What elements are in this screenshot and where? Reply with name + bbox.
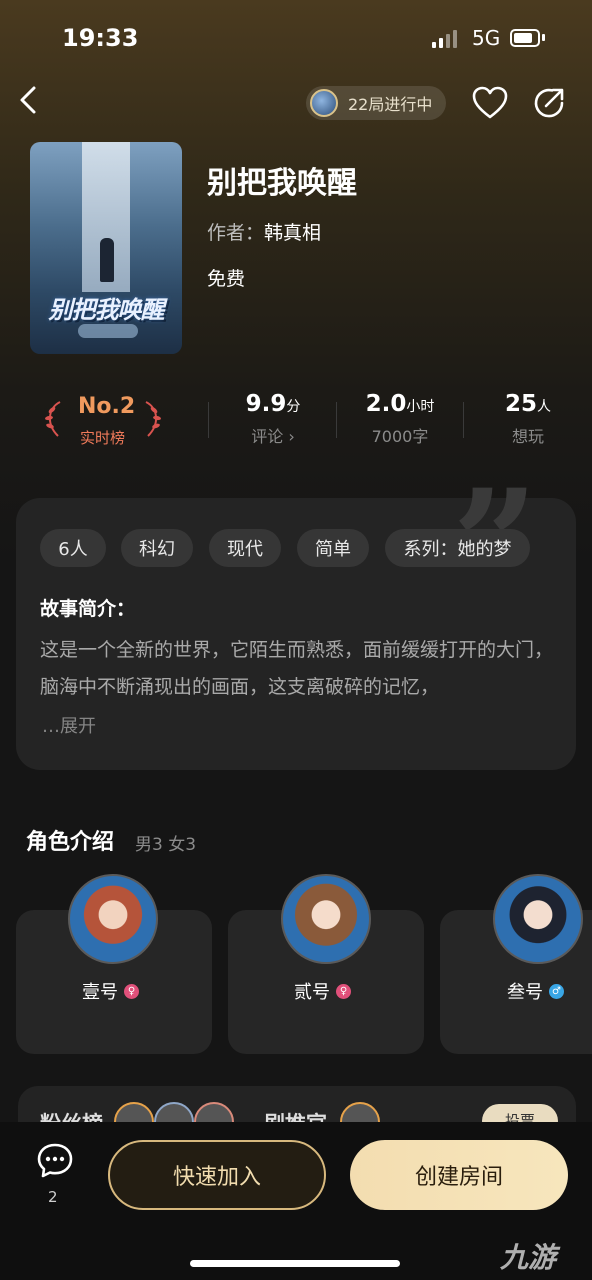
character-avatar[interactable] xyxy=(281,874,371,964)
quick-join-button[interactable]: 快速加入 xyxy=(108,1140,326,1210)
duration-stat: 2.0小时 7000字 xyxy=(354,391,446,447)
rank-label[interactable]: 实时榜 xyxy=(80,427,125,448)
tag-players[interactable]: 6人 xyxy=(40,529,106,567)
tag-difficulty[interactable]: 简单 xyxy=(297,529,369,567)
favorite-heart-icon[interactable] xyxy=(472,86,508,120)
character-name: 贰号 xyxy=(294,982,330,1003)
share-icon[interactable] xyxy=(532,86,568,120)
home-indicator xyxy=(190,1260,400,1267)
characters-summary: 男3 女3 xyxy=(135,835,197,855)
wanted-label: 想玩 xyxy=(511,427,544,446)
character-name: 壹号 xyxy=(82,982,118,1003)
intro-description: 这是一个全新的世界，它陌生而熟悉，面前缓缓打开的大门，脑海中不断涌现出的画面，这… xyxy=(40,639,554,698)
chat-icon[interactable] xyxy=(36,1142,74,1180)
wanted-stat: 25人 想玩 xyxy=(488,391,568,447)
score-stat[interactable]: 9.9分 评论 › xyxy=(228,391,318,447)
watermark-logo: 九游 xyxy=(500,1241,557,1274)
character-name: 叁号 xyxy=(507,982,543,1003)
laurel-right-icon xyxy=(145,401,161,437)
room-avatar-icon xyxy=(310,89,338,117)
author-name[interactable]: 韩真相 xyxy=(264,222,321,244)
author-line: 作者：韩真相 xyxy=(207,218,321,245)
playing-rooms-text: 22局进行中 xyxy=(348,95,433,114)
battery-tip xyxy=(542,34,545,41)
stats-divider xyxy=(336,402,337,438)
cover-author-logo xyxy=(78,324,138,338)
chat-count: 2 xyxy=(48,1188,58,1206)
cover-figure-art xyxy=(100,238,114,282)
laurel-left-icon xyxy=(45,401,61,437)
tag-genre[interactable]: 科幻 xyxy=(121,529,193,567)
rank-number: No.2 xyxy=(78,394,136,419)
author-label: 作者： xyxy=(207,222,265,244)
female-icon: ♀ xyxy=(124,983,139,999)
book-cover[interactable]: 别把我唤醒 xyxy=(30,142,182,354)
expand-link[interactable]: …展开 xyxy=(42,712,96,738)
score-value: 9.9 xyxy=(245,391,287,417)
status-time: 19:33 xyxy=(62,24,139,52)
duration-value: 2.0 xyxy=(365,391,407,417)
playing-rooms-badge[interactable]: 22局进行中 xyxy=(306,86,447,120)
stats-divider xyxy=(208,402,209,438)
score-reviews-link: 评论 › xyxy=(251,427,295,446)
character-name-row: 壹号 ♀ xyxy=(82,978,139,1004)
tag-setting[interactable]: 现代 xyxy=(209,529,281,567)
network-type: 5G xyxy=(472,26,501,50)
duration-unit: 小时 xyxy=(406,399,435,415)
price-label: 免费 xyxy=(207,268,246,290)
tag-series[interactable]: 系列：她的梦 xyxy=(385,529,530,567)
wanted-value: 25 xyxy=(504,391,537,417)
intro-title: 故事简介： xyxy=(40,598,136,620)
battery-icon xyxy=(510,29,540,47)
cover-title: 别把我唤醒 xyxy=(48,296,165,324)
wanted-unit: 人 xyxy=(537,399,551,415)
create-room-button[interactable]: 创建房间 xyxy=(350,1140,568,1210)
signal-icon xyxy=(432,30,457,48)
word-count: 7000字 xyxy=(371,427,429,446)
characters-title: 角色介绍 xyxy=(26,830,115,855)
stats-divider xyxy=(463,402,464,438)
male-icon: ♂ xyxy=(549,983,564,999)
character-name-row: 叁号 ♂ xyxy=(507,978,564,1004)
character-avatar[interactable] xyxy=(68,874,158,964)
back-icon[interactable] xyxy=(14,84,46,116)
female-icon: ♀ xyxy=(336,983,351,999)
book-title: 别把我唤醒 xyxy=(207,166,357,201)
character-name-row: 贰号 ♀ xyxy=(294,978,351,1004)
score-unit: 分 xyxy=(286,399,301,415)
character-avatar[interactable] xyxy=(493,874,583,964)
